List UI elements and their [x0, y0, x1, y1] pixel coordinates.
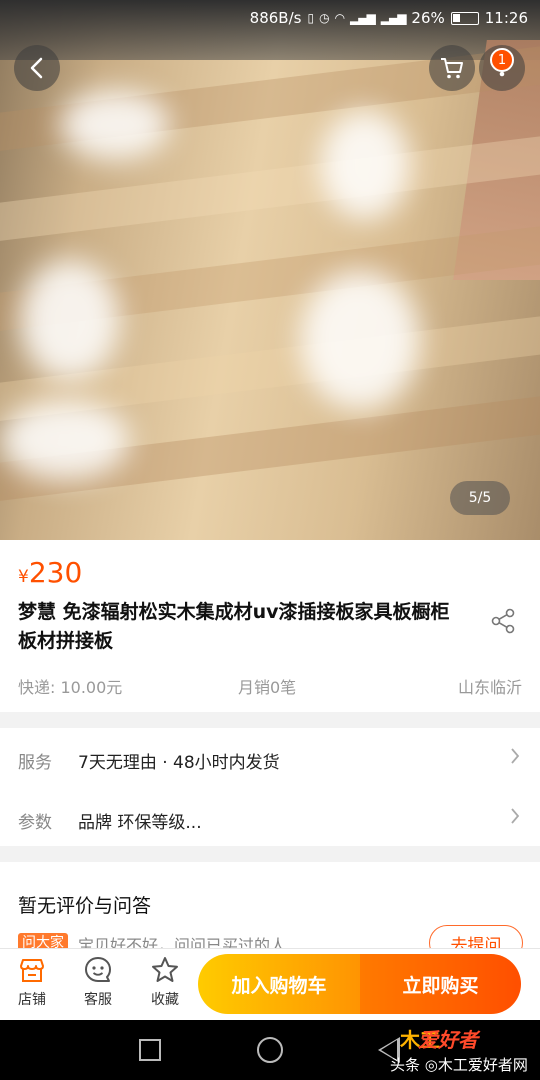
shipping-fee: 快递: 10.00元	[18, 678, 123, 697]
star-icon	[152, 957, 178, 982]
signal-icon: ▂▄▆	[350, 11, 376, 25]
params-value: 品牌 环保等级...	[78, 813, 202, 833]
photo-glare	[320, 110, 410, 220]
clock: 11:26	[484, 9, 528, 27]
photo-glare	[0, 400, 130, 480]
price: ¥230	[18, 556, 82, 589]
shop-button[interactable]: 店铺	[7, 955, 57, 1009]
home-icon[interactable]	[257, 1037, 283, 1063]
cart-count-badge: 1	[490, 48, 514, 72]
params-label: 参数	[18, 813, 52, 833]
currency-symbol: ¥	[18, 567, 29, 587]
chevron-right-icon	[511, 748, 520, 764]
shop-icon	[20, 959, 44, 982]
favorite-label: 收藏	[151, 992, 179, 1008]
network-speed: 886B/s	[249, 9, 302, 27]
photo-glare	[20, 260, 120, 380]
image-pager: 5/5	[450, 481, 510, 515]
customer-service-button[interactable]: 客服	[73, 955, 123, 1009]
chat-face-icon	[85, 957, 111, 982]
reviews-title: 暂无评价与问答	[18, 895, 152, 917]
wifi-icon: ◠	[334, 11, 346, 25]
ship-location: 山东临沂	[457, 678, 522, 697]
watermark-brand: 爱好者	[418, 1028, 478, 1052]
photo-glare	[60, 90, 170, 160]
vibrate-icon: ▯	[307, 11, 314, 25]
battery-icon	[450, 11, 479, 25]
service-label: 服务	[18, 753, 52, 773]
watermark-text: 头条 ◎木工爱好者网	[390, 1056, 528, 1074]
product-title: 梦慧 免漆辐射松实木集成材uv漆插接板家具板橱柜板材拼接板	[18, 601, 450, 652]
alarm-icon: ◷	[319, 11, 330, 25]
back-button[interactable]	[14, 45, 60, 91]
share-icon[interactable]	[488, 606, 518, 636]
cart-icon	[441, 58, 463, 79]
cart-button[interactable]	[429, 45, 475, 91]
battery-percent: 26%	[411, 9, 445, 27]
chevron-left-icon	[30, 57, 43, 79]
price-value: 230	[28, 556, 83, 589]
chevron-right-icon	[511, 808, 520, 824]
service-label: 客服	[84, 992, 112, 1008]
signal-icon: ▂▄▆	[380, 11, 407, 25]
add-to-cart-button[interactable]: 加入购物车	[198, 954, 360, 1014]
recent-apps-icon[interactable]	[139, 1039, 161, 1061]
photo-glare	[300, 270, 420, 410]
shop-label: 店铺	[18, 992, 46, 1008]
favorite-button[interactable]: 收藏	[140, 955, 190, 1009]
service-value: 7天无理由 · 48小时内发货	[78, 753, 280, 773]
monthly-sales: 月销0笔	[238, 678, 297, 697]
buy-now-button[interactable]: 立即购买	[360, 954, 521, 1014]
status-bar: 886B/s ▯ ◷ ◠ ▂▄▆ ▂▄▆ 26% 11:26	[0, 0, 540, 36]
